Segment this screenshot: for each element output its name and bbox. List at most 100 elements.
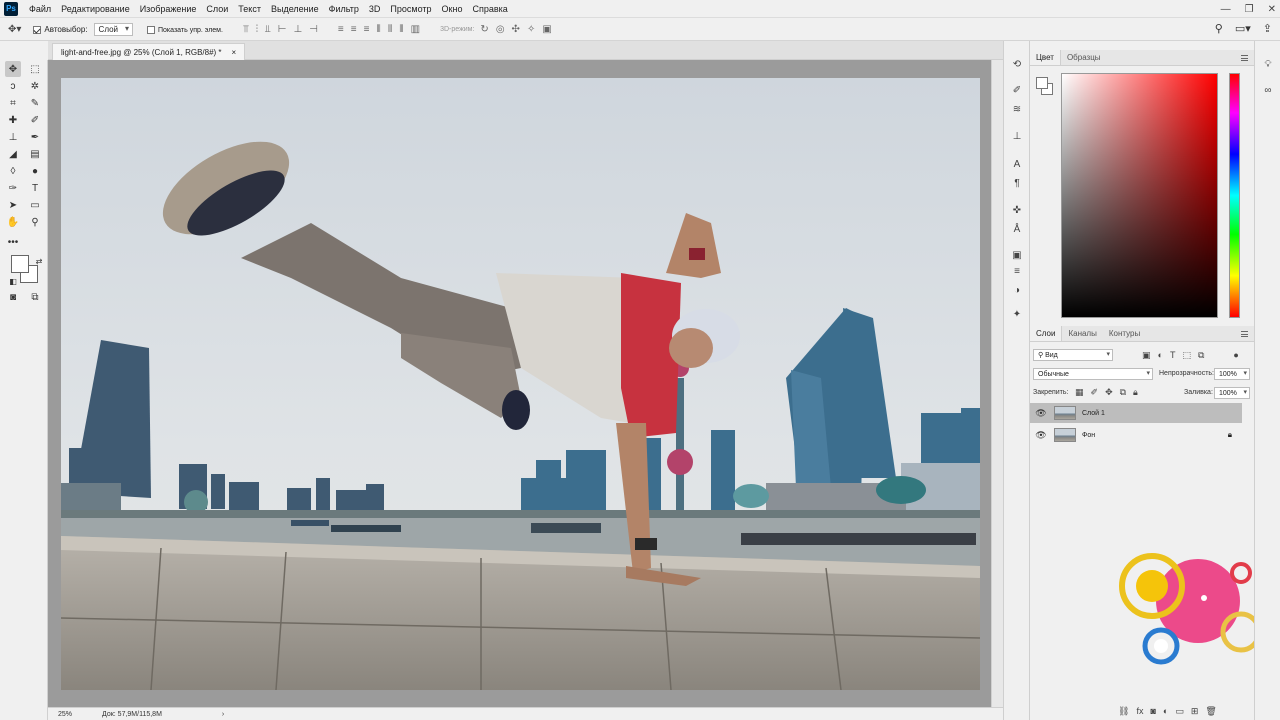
lock-all-icon[interactable]: 🔒︎	[1133, 387, 1138, 398]
tab-layers[interactable]: Слои	[1030, 326, 1063, 341]
3d-camera-icon[interactable]: ▣	[542, 24, 551, 35]
fx-icon[interactable]: fx	[1136, 706, 1143, 717]
type-tool-icon[interactable]: T	[27, 180, 43, 196]
move-tool-icon[interactable]: ✥	[5, 61, 21, 77]
lock-position-icon[interactable]: ✥	[1105, 387, 1113, 398]
menu-text[interactable]: Текст	[233, 0, 266, 18]
history-panel-icon[interactable]: ⟲	[1010, 57, 1024, 71]
search-icon[interactable]: ⚲	[1215, 22, 1223, 35]
color-panel-foreground[interactable]	[1036, 77, 1048, 89]
distribute-bottom-icon[interactable]: ≡	[364, 24, 370, 35]
align-top-icon[interactable]: ⫪	[243, 24, 249, 35]
tab-swatches[interactable]: Образцы	[1061, 50, 1107, 65]
filter-adjust-icon[interactable]: ◐	[1158, 350, 1163, 361]
align-right-icon[interactable]: ⊣	[309, 24, 318, 35]
pen-tool-icon[interactable]: ✑	[5, 180, 21, 196]
align-bottom-icon[interactable]: ⫫	[265, 24, 271, 35]
history-brush-tool-icon[interactable]: ✒	[27, 129, 43, 145]
filter-type-icon[interactable]: T	[1170, 350, 1176, 361]
close-button[interactable]: ✕	[1268, 4, 1276, 15]
layer-name[interactable]: Фон	[1082, 432, 1095, 439]
distribute-left-icon[interactable]: ⦀	[376, 24, 380, 35]
auto-align-icon[interactable]: ▥	[411, 24, 420, 35]
visibility-eye-icon[interactable]: 👁︎	[1034, 430, 1048, 441]
workspace-icon[interactable]: ▭▾	[1235, 22, 1251, 35]
quick-mask-icon[interactable]: ◙	[5, 289, 21, 305]
clone-stamp-tool-icon[interactable]: ⊥	[5, 129, 21, 145]
blur-tool-icon[interactable]: ◊	[5, 163, 21, 179]
auto-select-checkbox[interactable]: Автовыбор:	[33, 25, 88, 34]
align-vcenter-icon[interactable]: ⫶	[256, 24, 259, 35]
menu-3d[interactable]: 3D	[364, 0, 386, 18]
paragraph-panel-icon[interactable]: ¶	[1010, 176, 1024, 190]
distribute-hcenter-icon[interactable]: ⦀	[388, 24, 392, 35]
blend-mode-dropdown[interactable]: Обычные	[1033, 368, 1153, 380]
styles-panel-icon[interactable]: ◑	[1010, 283, 1024, 297]
gradient-tool-icon[interactable]: ▤	[27, 146, 43, 162]
restore-button[interactable]: ❐	[1245, 4, 1254, 15]
distribute-vcenter-icon[interactable]: ≡	[351, 24, 357, 35]
zoom-tool-icon[interactable]: ⚲	[27, 214, 43, 230]
filter-pixel-icon[interactable]: ▣	[1142, 350, 1151, 361]
path-selection-tool-icon[interactable]: ➤	[5, 197, 21, 213]
3d-pan-icon[interactable]: ✣	[512, 24, 520, 35]
3d-roll-icon[interactable]: ◎	[496, 24, 505, 35]
menu-image[interactable]: Изображение	[135, 0, 202, 18]
character-styles-icon[interactable]: Å	[1010, 222, 1024, 236]
menu-window[interactable]: Окно	[437, 0, 468, 18]
menu-view[interactable]: Просмотр	[385, 0, 436, 18]
adjustments-panel-icon[interactable]: ▣	[1010, 248, 1024, 262]
opacity-field[interactable]: 100%	[1214, 368, 1250, 380]
hand-tool-icon[interactable]: ✋	[5, 214, 21, 230]
lock-artboard-icon[interactable]: ⧉	[1120, 387, 1126, 398]
link-icon[interactable]: ⛓︎	[1118, 706, 1129, 717]
layers-panel-menu-icon[interactable]	[1241, 331, 1248, 337]
swap-colors-icon[interactable]: ⇄	[31, 253, 47, 269]
menu-select[interactable]: Выделение	[266, 0, 324, 18]
lock-transparent-icon[interactable]: ▦	[1075, 387, 1084, 398]
filter-toggle-icon[interactable]: ●	[1233, 350, 1238, 361]
brushes-panel-icon[interactable]: ✐	[1010, 83, 1024, 97]
lock-pixels-icon[interactable]: ✐	[1091, 387, 1099, 398]
magic-wand-tool-icon[interactable]: ✲	[27, 78, 43, 94]
distribute-right-icon[interactable]: ⦀	[399, 24, 403, 35]
color-panel-menu-icon[interactable]	[1241, 55, 1248, 61]
eyedropper-tool-icon[interactable]: ✎	[27, 95, 43, 111]
crop-tool-icon[interactable]: ⌗	[5, 95, 21, 111]
clone-source-icon[interactable]: ⊥	[1010, 129, 1024, 143]
align-hcenter-icon[interactable]: ⊥	[293, 24, 302, 35]
canvas-area[interactable]	[48, 60, 991, 707]
eraser-tool-icon[interactable]: ◢	[5, 146, 21, 162]
menu-help[interactable]: Справка	[467, 0, 512, 18]
properties-panel-icon[interactable]: ≡	[1010, 264, 1024, 278]
trash-icon[interactable]: 🗑︎	[1205, 706, 1216, 717]
color-picker-field[interactable]	[1061, 73, 1218, 318]
layer-row-layer1[interactable]: 👁︎ Слой 1	[1030, 403, 1242, 423]
new-layer-icon[interactable]: ⊞	[1191, 706, 1199, 717]
align-left-icon[interactable]: ⊢	[278, 24, 287, 35]
adjustment-icon[interactable]: ◐	[1163, 706, 1168, 717]
glyphs-panel-icon[interactable]: ✜	[1010, 203, 1024, 217]
3d-orbit-icon[interactable]: ↻	[480, 24, 488, 35]
status-menu-arrow[interactable]: ›	[222, 711, 224, 718]
layer-row-background[interactable]: 👁︎ Фон 🔒︎	[1030, 425, 1242, 445]
brush-tool-icon[interactable]: ✐	[27, 112, 43, 128]
mask-icon[interactable]: ◙	[1150, 706, 1155, 717]
character-panel-icon[interactable]: A	[1010, 157, 1024, 171]
menu-filter[interactable]: Фильтр	[324, 0, 364, 18]
share-icon[interactable]: ⇪	[1263, 22, 1272, 35]
fill-field[interactable]: 100%	[1214, 387, 1250, 399]
learn-lightbulb-icon[interactable]: 💡︎	[1261, 57, 1275, 71]
visibility-eye-icon[interactable]: 👁︎	[1034, 408, 1048, 419]
layer-name[interactable]: Слой 1	[1082, 410, 1105, 417]
canvas-vertical-scrollbar[interactable]	[991, 60, 1003, 707]
healing-brush-tool-icon[interactable]: ✚	[5, 112, 21, 128]
libraries-panel-icon[interactable]: ✦	[1010, 307, 1024, 321]
layer-filter-dropdown[interactable]: ⚲ Вид	[1033, 349, 1113, 361]
close-tab-icon[interactable]: ×	[232, 45, 237, 60]
menu-layers[interactable]: Слои	[201, 0, 233, 18]
document-tab[interactable]: light-and-free.jpg @ 25% (Слой 1, RGB/8#…	[52, 43, 246, 60]
foreground-color-swatch[interactable]	[11, 255, 29, 273]
screen-mode-icon[interactable]: ⧉	[27, 289, 43, 305]
move-tool-preset-icon[interactable]: ✥▾	[8, 24, 21, 35]
